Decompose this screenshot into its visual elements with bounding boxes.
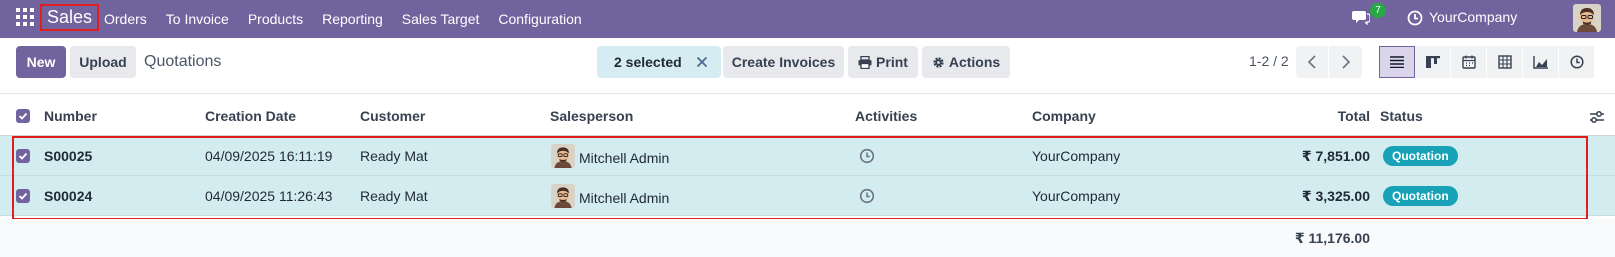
- company: YourCompany: [1032, 188, 1121, 204]
- chat-count-badge: 7: [1370, 3, 1386, 18]
- view-switcher: [1379, 46, 1595, 78]
- avatar: [551, 184, 575, 208]
- print-button[interactable]: Print: [848, 46, 918, 78]
- user-avatar[interactable]: [1573, 4, 1601, 32]
- customer: Ready Mat: [360, 188, 428, 204]
- select-all-checkbox[interactable]: [16, 109, 30, 123]
- checkmark-icon: [18, 192, 28, 200]
- row-checkbox[interactable]: [16, 149, 30, 163]
- table-footer: ₹ 11,176.00: [0, 219, 1615, 257]
- calendar-view-button[interactable]: [1451, 46, 1487, 78]
- pager-navigation: [1296, 46, 1362, 78]
- list-view-button[interactable]: [1379, 46, 1415, 78]
- graph-view-button[interactable]: [1523, 46, 1559, 78]
- column-header-customer[interactable]: Customer: [360, 97, 425, 136]
- list-icon: [1390, 56, 1404, 68]
- optional-columns-icon[interactable]: [1589, 109, 1605, 125]
- area-chart-icon: [1533, 55, 1548, 69]
- checkmark-icon: [18, 152, 28, 160]
- customer: Ready Mat: [360, 148, 428, 164]
- selection-count: 2 selected: [614, 54, 682, 70]
- clock-icon[interactable]: [859, 188, 875, 204]
- table-row[interactable]: S00024 04/09/2025 11:26:43 Ready Mat Mit…: [0, 176, 1615, 216]
- table-header: Number Creation Date Customer Salesperso…: [0, 97, 1615, 136]
- menu-item-orders[interactable]: Orders: [104, 11, 147, 27]
- menu-item-products[interactable]: Products: [248, 11, 303, 27]
- close-icon[interactable]: [694, 54, 710, 70]
- new-button[interactable]: New: [16, 46, 66, 78]
- kanban-view-button[interactable]: [1415, 46, 1451, 78]
- breadcrumb-title: Quotations: [144, 53, 222, 70]
- order-number: S00024: [44, 188, 93, 204]
- printer-icon: [858, 56, 872, 69]
- chevron-right-icon: [1342, 55, 1351, 69]
- status-badge: Quotation: [1383, 146, 1458, 166]
- gear-icon: [933, 57, 944, 68]
- upload-button[interactable]: Upload: [70, 46, 136, 78]
- row-checkbox[interactable]: [16, 189, 30, 203]
- salesperson: Mitchell Admin: [579, 150, 670, 166]
- column-header-salesperson[interactable]: Salesperson: [550, 97, 633, 136]
- total-amount: ₹ 7,851.00: [1301, 148, 1370, 164]
- menu-item-to-invoice[interactable]: To Invoice: [166, 11, 229, 27]
- chevron-left-icon: [1307, 55, 1316, 69]
- print-label: Print: [876, 54, 908, 70]
- clock-icon[interactable]: [1407, 10, 1423, 26]
- pivot-view-button[interactable]: [1487, 46, 1523, 78]
- app-name[interactable]: Sales: [40, 4, 100, 31]
- pager-previous-button[interactable]: [1296, 46, 1329, 78]
- calendar-icon: [1461, 55, 1476, 69]
- apps-grid-icon[interactable]: [16, 8, 34, 26]
- footer-total: ₹ 11,176.00: [1294, 230, 1370, 246]
- activity-view-button[interactable]: [1559, 46, 1595, 78]
- clock-icon[interactable]: [859, 148, 875, 164]
- pager-value[interactable]: 1-2 / 2: [1249, 53, 1289, 69]
- salesperson: Mitchell Admin: [579, 190, 670, 206]
- column-header-creation-date[interactable]: Creation Date: [205, 97, 296, 136]
- status-badge: Quotation: [1383, 186, 1458, 206]
- top-navbar: Sales Orders To Invoice Products Reporti…: [0, 0, 1615, 38]
- actions-button[interactable]: Actions: [922, 46, 1010, 78]
- avatar: [551, 144, 575, 168]
- column-header-activities[interactable]: Activities: [855, 97, 917, 136]
- pivot-table-icon: [1497, 55, 1512, 69]
- actions-label: Actions: [948, 54, 1001, 70]
- column-header-total[interactable]: Total: [1338, 97, 1370, 136]
- menu-item-reporting[interactable]: Reporting: [322, 11, 383, 27]
- company-switcher[interactable]: YourCompany: [1429, 9, 1517, 25]
- total-amount: ₹ 3,325.00: [1301, 188, 1370, 204]
- table-row[interactable]: S00025 04/09/2025 16:11:19 Ready Mat Mit…: [0, 136, 1615, 176]
- create-invoices-button[interactable]: Create Invoices: [723, 46, 844, 78]
- clock-icon: [1569, 55, 1584, 69]
- column-header-status[interactable]: Status: [1380, 97, 1423, 136]
- menu-item-configuration[interactable]: Configuration: [498, 11, 581, 27]
- selection-indicator: 2 selected: [597, 46, 721, 78]
- pager-next-button[interactable]: [1329, 46, 1362, 78]
- company: YourCompany: [1032, 148, 1121, 164]
- menu-item-sales-target[interactable]: Sales Target: [402, 11, 480, 27]
- kanban-icon: [1425, 56, 1440, 68]
- order-number: S00025: [44, 148, 93, 164]
- creation-date: 04/09/2025 11:26:43: [205, 188, 333, 204]
- checkmark-icon: [18, 112, 28, 120]
- column-header-number[interactable]: Number: [44, 97, 97, 136]
- column-header-company[interactable]: Company: [1032, 97, 1096, 136]
- creation-date: 04/09/2025 16:11:19: [205, 148, 333, 164]
- control-panel: New Upload Quotations 2 selected Create …: [0, 38, 1615, 94]
- chat-icon[interactable]: [1352, 9, 1370, 25]
- main-menu: Orders To Invoice Products Reporting Sal…: [104, 0, 601, 38]
